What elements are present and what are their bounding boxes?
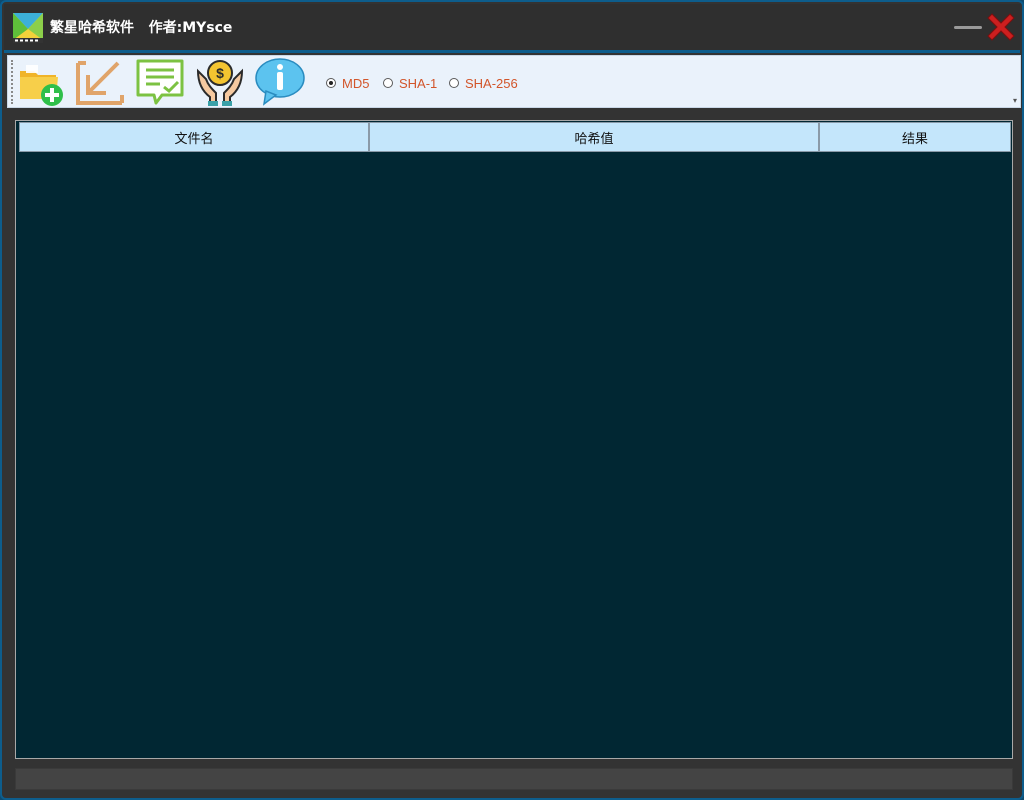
radio-label-sha1: SHA-1 [399,75,438,91]
close-icon [987,13,1015,41]
donate-button[interactable]: $ [194,57,246,107]
add-file-button[interactable] [16,57,68,107]
toolbar: $ MD5 SHA-1 SHA-256 ▾ [7,55,1021,108]
hash-table[interactable]: 文件名 哈希值 结果 [15,120,1013,759]
column-header-result[interactable]: 结果 [819,122,1011,152]
table-header: 文件名 哈希值 结果 [19,122,1011,152]
folder-add-icon [20,65,63,106]
document-check-icon [136,59,184,105]
app-window: 繁星哈希软件 作者:MYsce $ MD5 SHA-1 SHA-256 ▾ 文件… [0,0,1024,800]
import-button[interactable] [74,57,126,107]
hands-coin-icon: $ [196,60,244,106]
hash-option-md5[interactable]: MD5 [326,75,369,91]
minimize-button[interactable] [950,10,984,44]
svg-text:$: $ [216,65,224,81]
close-button[interactable] [984,10,1018,44]
column-header-filename[interactable]: 文件名 [19,122,369,152]
hash-option-sha1[interactable]: SHA-1 [383,75,437,91]
title-bar[interactable]: 繁星哈希软件 作者:MYsce [4,4,1020,53]
window-title: 繁星哈希软件 作者:MYsce [50,20,233,36]
about-button[interactable] [254,57,306,107]
radio-sha1[interactable] [383,78,393,88]
column-header-hash[interactable]: 哈希值 [369,122,819,152]
radio-md5[interactable] [326,78,336,88]
arrow-down-left-icon [76,61,124,105]
toolbar-overflow-icon[interactable]: ▾ [1013,97,1017,105]
info-bubble-icon [255,58,305,106]
toolbar-grip[interactable] [11,60,15,104]
radio-label-sha256: SHA-256 [465,75,518,91]
status-bar [15,768,1013,790]
minimize-icon [954,26,982,29]
verify-button[interactable] [134,57,186,107]
radio-label-md5: MD5 [342,75,370,91]
hash-option-sha256[interactable]: SHA-256 [449,75,518,91]
radio-sha256[interactable] [449,78,459,88]
app-logo-icon [12,12,44,44]
